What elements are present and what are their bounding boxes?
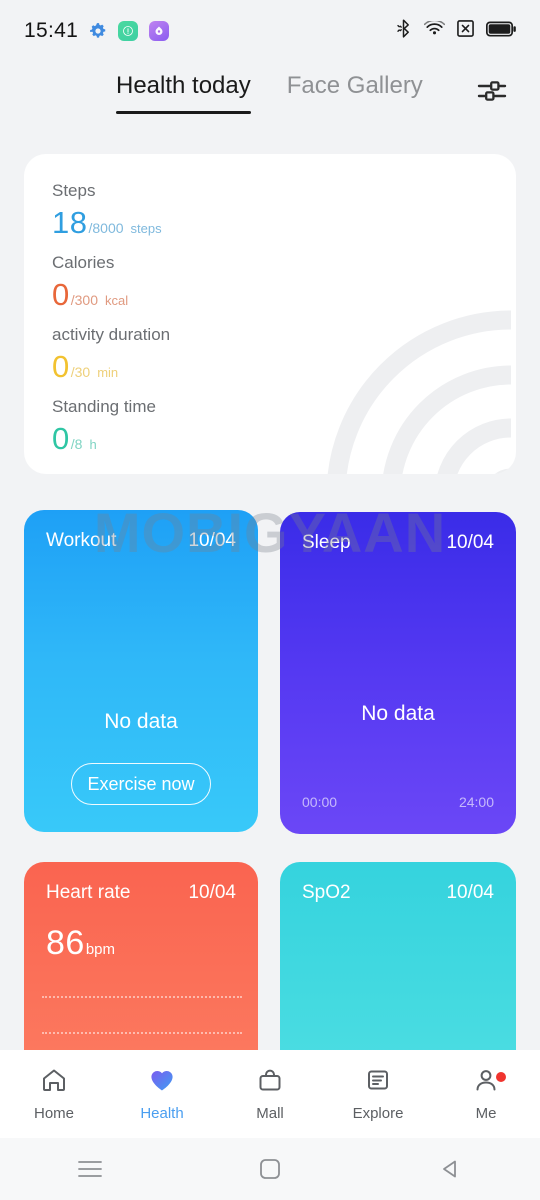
sliders-icon[interactable]	[472, 74, 512, 108]
chart-gridline	[42, 1032, 242, 1034]
person-icon	[472, 1066, 500, 1099]
sleep-axis-end: 24:00	[459, 794, 494, 810]
metric-label: Calories	[52, 248, 170, 278]
metric-number: 18	[52, 206, 87, 240]
card-date: 10/04	[446, 532, 494, 554]
status-bar-left: 15:41	[24, 19, 169, 43]
nav-item-home[interactable]: Home	[0, 1066, 108, 1122]
status-bar: 15:41	[0, 0, 540, 62]
nav-label: Health	[140, 1105, 183, 1122]
metric-unit: steps	[131, 212, 162, 246]
tab-health-today[interactable]: Health today	[116, 68, 251, 100]
metric-label: activity duration	[52, 320, 170, 350]
tab-bar: Health today Face Gallery	[0, 68, 540, 130]
metrics-list: Steps 18 /8000 steps Calories 0 /300 kca…	[52, 176, 170, 464]
heart-icon	[148, 1066, 176, 1099]
health-summary-card[interactable]: Steps 18 /8000 steps Calories 0 /300 kca…	[24, 154, 516, 474]
card-date: 10/04	[188, 882, 236, 904]
metric-standing-time: Standing time 0 /8 h	[52, 392, 170, 462]
nav-item-explore[interactable]: Explore	[324, 1066, 432, 1122]
heart-rate-card[interactable]: Heart rate 10/04 86 bpm	[24, 862, 258, 1072]
sleep-axis-start: 00:00	[302, 794, 337, 810]
spo2-card[interactable]: SpO2 10/04	[280, 862, 516, 1072]
metric-label: Steps	[52, 176, 170, 206]
status-bar-right	[397, 19, 516, 43]
app-icon-purple	[149, 21, 169, 41]
heart-rate-value: 86 bpm	[46, 924, 115, 963]
exercise-now-button[interactable]: Exercise now	[71, 763, 211, 805]
bluetooth-icon	[397, 19, 412, 43]
metric-goal: /30	[71, 355, 90, 389]
card-title: Heart rate	[46, 882, 130, 904]
card-date: 10/04	[446, 882, 494, 904]
home-square-icon[interactable]	[180, 1157, 360, 1181]
app-icon-green	[118, 21, 138, 41]
heart-rate-number: 86	[46, 924, 85, 963]
wifi-icon	[424, 21, 445, 42]
metric-unit: kcal	[105, 284, 128, 318]
metric-goal: /300	[71, 283, 98, 317]
status-time: 15:41	[24, 19, 78, 43]
menu-icon[interactable]	[0, 1159, 180, 1179]
nav-item-mall[interactable]: Mall	[216, 1066, 324, 1122]
metric-label: Standing time	[52, 392, 170, 422]
card-title: Workout	[46, 530, 116, 552]
sim-x-icon	[457, 20, 474, 42]
phone-screen: 15:41 Heal	[0, 0, 540, 1200]
chart-gridline	[42, 996, 242, 998]
metric-unit: min	[97, 356, 118, 390]
sleep-card-header: Sleep 10/04	[302, 532, 494, 554]
sleep-time-axis: 00:00 24:00	[302, 794, 494, 810]
metric-goal: /8000	[88, 211, 123, 245]
metric-number: 0	[52, 422, 70, 456]
metric-unit: h	[89, 428, 96, 462]
tab-face-gallery[interactable]: Face Gallery	[287, 68, 423, 100]
battery-icon	[486, 21, 516, 42]
card-title: SpO2	[302, 882, 351, 904]
system-navigation-bar	[0, 1138, 540, 1200]
metric-value: 18 /8000 steps	[52, 206, 170, 246]
home-icon	[40, 1066, 68, 1099]
nav-label: Explore	[353, 1105, 404, 1122]
metric-value: 0 /8 h	[52, 422, 170, 462]
sleep-empty-text: No data	[280, 702, 516, 726]
metric-steps: Steps 18 /8000 steps	[52, 176, 170, 246]
back-triangle-icon[interactable]	[360, 1157, 540, 1181]
nav-label: Mall	[256, 1105, 284, 1122]
card-title: Sleep	[302, 532, 351, 554]
metric-value: 0 /30 min	[52, 350, 170, 390]
metric-activity-duration: activity duration 0 /30 min	[52, 320, 170, 390]
bottom-navigation: Home Health Mall Explore	[0, 1050, 540, 1138]
me-notification-badge	[496, 1072, 506, 1082]
workout-empty-text: No data	[24, 710, 258, 734]
nav-label: Me	[476, 1105, 497, 1122]
metric-value: 0 /300 kcal	[52, 278, 170, 318]
workout-card[interactable]: Workout 10/04 No data Exercise now	[24, 510, 258, 832]
gear-icon	[89, 22, 107, 40]
nav-item-me[interactable]: Me	[432, 1066, 540, 1122]
spo2-card-header: SpO2 10/04	[302, 882, 494, 904]
nav-item-health[interactable]: Health	[108, 1066, 216, 1122]
sleep-card[interactable]: Sleep 10/04 No data 00:00 24:00	[280, 512, 516, 834]
rings-decoration	[256, 240, 516, 474]
metric-number: 0	[52, 350, 70, 384]
metric-calories: Calories 0 /300 kcal	[52, 248, 170, 318]
nav-label: Home	[34, 1105, 74, 1122]
bag-icon	[256, 1066, 284, 1099]
heart-rate-unit: bpm	[86, 941, 115, 958]
article-icon	[364, 1066, 392, 1099]
card-date: 10/04	[188, 530, 236, 552]
metric-goal: /8	[71, 427, 83, 461]
metric-number: 0	[52, 278, 70, 312]
heart-rate-card-header: Heart rate 10/04	[46, 882, 236, 904]
workout-card-header: Workout 10/04	[46, 530, 236, 552]
